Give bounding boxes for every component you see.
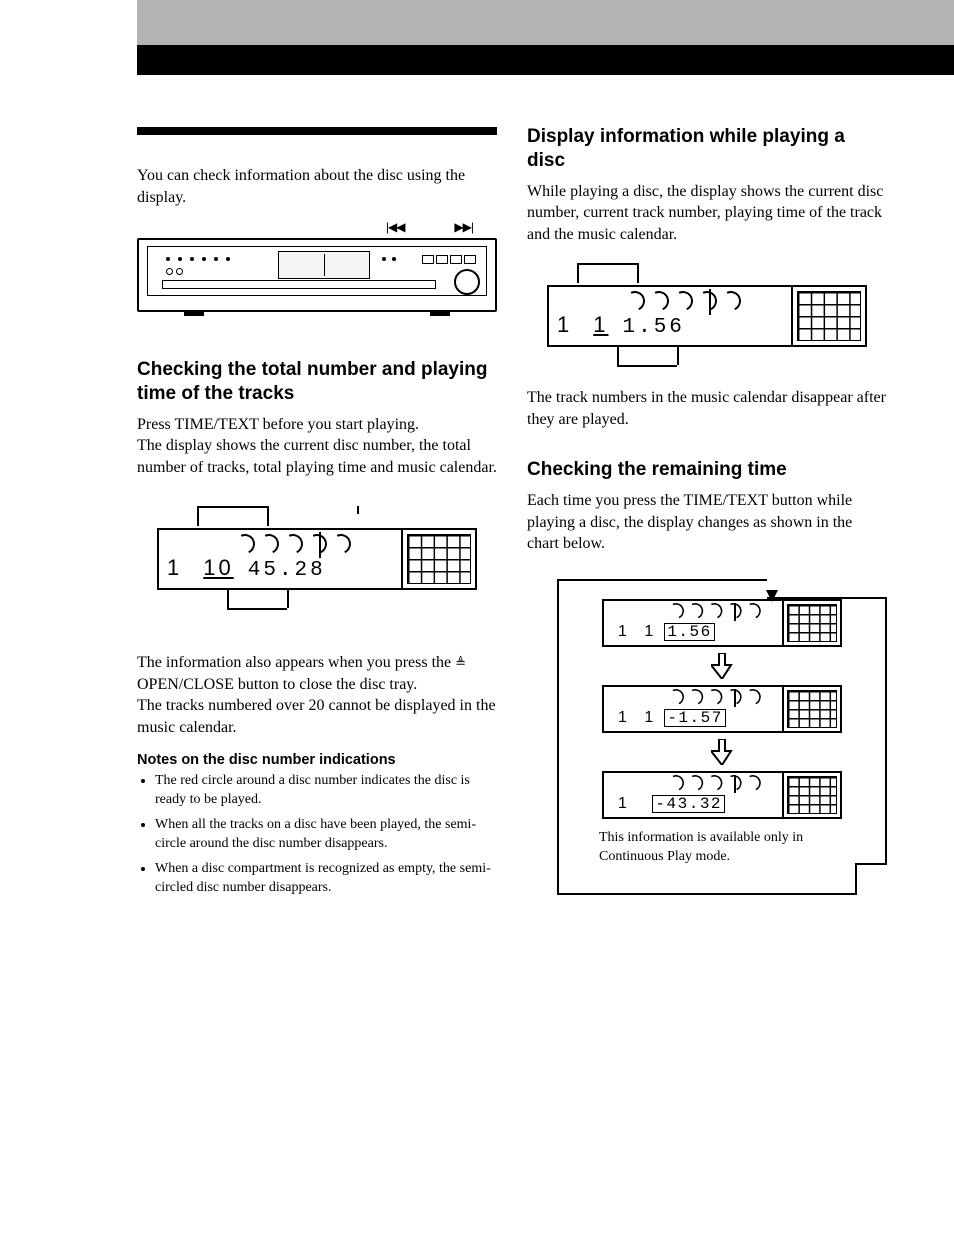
disp2-time: 1.56 xyxy=(623,316,685,339)
flow-note: This information is available only in Co… xyxy=(599,829,863,867)
flow-b-disc: 1 xyxy=(618,709,628,727)
next-icon: ▶▶| xyxy=(454,220,473,234)
content-columns: You can check information about the disc… xyxy=(137,75,954,904)
right-column: Display information while playing a disc… xyxy=(527,81,887,904)
header-gray-bar xyxy=(137,0,954,45)
right-p3: Each time you press the TIME/TEXT button… xyxy=(527,490,887,555)
header-black-bar xyxy=(137,45,954,75)
right-h2: Checking the remaining time xyxy=(527,458,887,482)
flow-a-disc: 1 xyxy=(618,623,628,641)
flow-a-track: 1 xyxy=(644,623,656,641)
section-rule xyxy=(137,127,497,135)
music-calendar-grid xyxy=(407,534,471,584)
notes-list: The red circle around a disc number indi… xyxy=(137,772,497,897)
right-p1: While playing a disc, the display shows … xyxy=(527,181,887,246)
flow-loop-corner xyxy=(855,863,887,895)
arrow-down-icon xyxy=(567,653,877,679)
section1-heading: Checking the total number and playing ti… xyxy=(137,358,497,406)
note-item: When a disc compartment is recognized as… xyxy=(155,860,497,898)
flow-display-a: 1 1 1.56 xyxy=(602,599,842,647)
flow-display-c: 1 -43.32 xyxy=(602,771,842,819)
disp1-tracks: 10 xyxy=(203,555,233,581)
note-item: When all the tracks on a disc have been … xyxy=(155,816,497,854)
prev-next-labels: |◀◀ ▶▶| xyxy=(137,220,497,234)
flow-display-b: 1 1 -1.57 xyxy=(602,685,842,733)
display-diagram-2: 1 1 1.56 xyxy=(527,263,887,369)
arrow-down-icon xyxy=(567,739,877,765)
eject-icon: ≜ xyxy=(455,654,466,672)
right-p2: The track numbers in the music calendar … xyxy=(527,387,887,430)
prev-icon: |◀◀ xyxy=(386,220,405,234)
flow-c-time: -43.32 xyxy=(652,795,725,813)
disp1-disc: 1 xyxy=(167,555,181,581)
device-illustration xyxy=(137,238,497,312)
flow-b-track: 1 xyxy=(644,709,656,727)
note-item: The red circle around a disc number indi… xyxy=(155,772,497,810)
section1-p2: The information also appears when you pr… xyxy=(137,630,497,738)
disp2-track: 1 xyxy=(593,312,608,338)
notes-heading: Notes on the disc number indications xyxy=(137,752,497,768)
flow-a-time: 1.56 xyxy=(664,623,714,641)
flow-c-disc: 1 xyxy=(618,795,628,813)
disp1-time: 45.28 xyxy=(248,559,326,582)
music-calendar-grid xyxy=(797,291,861,341)
left-column: You can check information about the disc… xyxy=(137,81,497,904)
section1-p1: Press TIME/TEXT before you start playing… xyxy=(137,414,497,479)
flow-chart: 1 1 1.56 xyxy=(557,579,887,895)
flow-b-time: -1.57 xyxy=(664,709,726,727)
display-diagram-1: 1 10 45.28 xyxy=(137,506,497,612)
disp2-disc: 1 xyxy=(557,312,571,338)
intro-paragraph: You can check information about the disc… xyxy=(137,165,497,208)
right-h1: Display information while playing a disc xyxy=(527,125,887,173)
page: You can check information about the disc… xyxy=(0,0,954,984)
